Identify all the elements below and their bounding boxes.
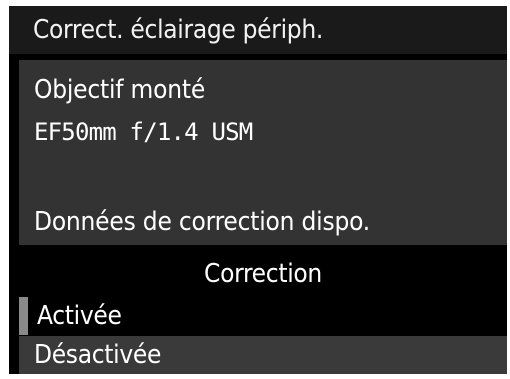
option-disabled[interactable]: Désactivée: [19, 336, 507, 374]
correction-data-status: Données de correction dispo.: [34, 207, 370, 237]
option-disabled-label: Désactivée: [34, 340, 162, 370]
correction-header-label: Correction: [204, 259, 322, 289]
menu-title-bar: Correct. éclairage périph.: [9, 6, 507, 54]
selection-marker: [19, 297, 28, 335]
mounted-lens-label: Objectif monté: [34, 75, 206, 105]
option-enabled-label: Activée: [37, 301, 122, 331]
lens-name: EF50mm f/1.4 USM: [34, 118, 253, 146]
lens-info-panel: Objectif monté EF50mm f/1.4 USM Données …: [19, 60, 507, 245]
option-enabled[interactable]: Activée: [19, 297, 507, 335]
camera-menu-screen: Correct. éclairage périph. Objectif mont…: [9, 6, 507, 374]
correction-header: Correction: [19, 251, 507, 297]
menu-title: Correct. éclairage périph.: [33, 15, 323, 45]
